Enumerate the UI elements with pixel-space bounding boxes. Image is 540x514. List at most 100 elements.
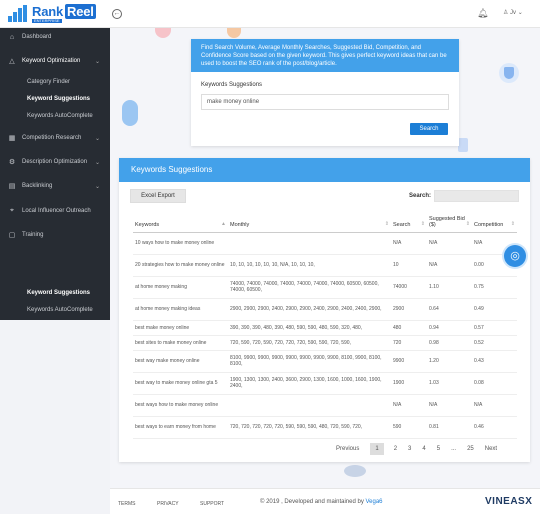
cell-monthly: 720, 590, 720, 590, 720, 720, 720, 590, … — [228, 335, 391, 351]
cell-search: 590 — [391, 416, 427, 439]
table-search-label: Search: — [409, 193, 432, 199]
sidebar-item-label: Keyword Optimization — [22, 58, 81, 64]
pager-page[interactable]: 3 — [408, 446, 411, 452]
sidebar-sub-keywords-autocomplete-2[interactable]: Keywords AutoComplete — [27, 307, 93, 313]
lifebuoy-icon[interactable]: ◎ — [504, 245, 526, 267]
footer: TERMS PRIVACY SUPPORT © 2019 , Developed… — [110, 488, 540, 514]
cell-search: N/A — [391, 394, 427, 417]
logo-name-2: Reel — [65, 4, 96, 19]
cell-search: 2900 — [391, 298, 427, 321]
footer-link-support[interactable]: SUPPORT — [200, 501, 224, 507]
table-row: best sites to make money online 720, 590,… — [133, 335, 517, 351]
sidebar-item-backlinking[interactable]: ▤ Backlinking ⌄ — [0, 178, 110, 194]
cell-monthly: 720, 720, 720, 720, 720, 590, 590, 590, … — [228, 416, 391, 439]
footer-vega6-link[interactable]: Vega6 — [366, 499, 383, 505]
results-card: Keywords Suggestions Excel Export Search… — [119, 158, 530, 462]
cell-competition: 0.08 — [472, 372, 517, 395]
cell-search: 480 — [391, 320, 427, 336]
sort-icon: ⇕ — [510, 220, 515, 227]
pager-ellipsis: ... — [451, 446, 457, 452]
cell-bid: N/A — [427, 394, 472, 417]
cell-competition: 0.49 — [472, 298, 517, 321]
table-row: best way make money online 8100, 9900, 99… — [133, 350, 517, 373]
sidebar-item-label: Dashboard — [22, 34, 52, 40]
sidebar-item-keyword-optimization[interactable]: △ Keyword Optimization ⌄ — [0, 53, 110, 69]
pager-page[interactable]: 5 — [437, 446, 440, 452]
cell-keyword: 20 strategies how to make money online — [133, 254, 228, 277]
sidebar-sub-keywords-autocomplete[interactable]: Keywords AutoComplete — [27, 113, 93, 119]
tag-icon: ⌖ — [10, 207, 14, 214]
cell-bid: 0.64 — [427, 298, 472, 321]
sort-icon: ▲ — [221, 220, 226, 227]
table-row: best make money online 390, 390, 390, 480… — [133, 320, 517, 336]
bell-icon[interactable]: 🔔︎ — [477, 8, 488, 19]
table-search-input[interactable] — [434, 190, 519, 202]
sidebar-item-competition-research[interactable]: ▦ Competition Research ⌄ — [0, 130, 110, 146]
keywords-label: Keywords Suggestions — [201, 82, 263, 88]
link-icon: ▤ — [8, 183, 16, 190]
sidebar-sub-category-finder[interactable]: Category Finder — [27, 79, 70, 85]
table-row: best way to make money online gta 5 1900,… — [133, 372, 517, 395]
sort-icon: ⇕ — [465, 220, 470, 227]
cell-competition: N/A — [472, 394, 517, 417]
cell-monthly: 2900, 2900, 2900, 2400, 2900, 2900, 2400… — [228, 298, 391, 321]
cell-search: 9900 — [391, 350, 427, 373]
col-header-monthly[interactable]: Monthly ⇕ — [228, 210, 391, 233]
cell-keyword: best way make money online — [133, 350, 228, 373]
sidebar-item-label: Training — [22, 232, 44, 238]
sidebar-item-training[interactable]: ▢ Training — [0, 227, 110, 243]
decor-shape — [122, 100, 138, 126]
pager-page-last[interactable]: 25 — [467, 446, 474, 452]
logo-chart-icon — [7, 5, 29, 23]
col-header-keywords[interactable]: Keywords ▲ — [133, 210, 228, 233]
logo-tag: ENTERPRISE — [32, 19, 62, 23]
cell-search: 74000 — [391, 276, 427, 299]
back-arrow-icon[interactable]: ← — [112, 9, 122, 19]
sidebar-item-local-influencer-outreach[interactable]: ⌖ Local Influencer Outreach — [0, 203, 110, 219]
cell-competition: 0.43 — [472, 350, 517, 373]
book-icon: ▢ — [8, 232, 16, 239]
pager-previous[interactable]: Previous — [336, 446, 359, 452]
pagination: Previous 1 2 3 4 5 ... 25 Next — [336, 443, 508, 455]
cell-monthly: 8100, 9900, 9900, 9900, 9900, 9900, 9900… — [228, 350, 391, 373]
results-table: Keywords ▲ Monthly ⇕ Search ⇕ Suggested Bid… — [133, 210, 517, 439]
col-header-search[interactable]: Search ⇕ — [391, 210, 427, 233]
sidebar-sub-keyword-suggestions[interactable]: Keyword Suggestions — [27, 96, 90, 102]
pager-page[interactable]: 2 — [394, 446, 397, 452]
sidebar-sub-keyword-suggestions-2[interactable]: Keyword Suggestions — [27, 290, 90, 296]
user-menu[interactable]: ♙ Jv ⌄ — [503, 9, 523, 16]
table-row: best ways how to make money online N/A N/A… — [133, 394, 517, 417]
footer-link-terms[interactable]: TERMS — [118, 501, 136, 507]
pager-next[interactable]: Next — [485, 446, 497, 452]
footer-link-privacy[interactable]: PRIVACY — [157, 501, 179, 507]
sidebar-item-label: Local Influencer Outreach — [22, 208, 91, 214]
search-button[interactable]: Search — [410, 123, 448, 135]
search-card-description: Find Search Volume, Average Monthly Sear… — [191, 39, 459, 72]
sidebar-item-dashboard[interactable]: ⌂ Dashboard — [0, 29, 110, 45]
sidebar-item-description-optimization[interactable]: ⚙ Description Optimization ⌄ — [0, 154, 110, 170]
decor-shape — [458, 138, 468, 152]
pager-page[interactable]: 4 — [422, 446, 425, 452]
logo[interactable]: Rank Reel ENTERPRISE — [7, 4, 96, 24]
cell-keyword: best ways to earn money from home — [133, 416, 228, 439]
user-label: Jv — [510, 10, 517, 16]
cell-keyword: best way to make money online gta 5 — [133, 372, 228, 395]
cell-search: N/A — [391, 232, 427, 255]
table-row: best ways to earn money from home 720, 72… — [133, 416, 517, 439]
col-header-suggested-bid[interactable]: Suggested Bid ($) ⇕ — [427, 210, 472, 233]
pager-page-current[interactable]: 1 — [370, 443, 384, 455]
settings-icon: ⚙ — [8, 159, 16, 166]
cell-monthly — [228, 394, 391, 417]
sidebar: ⌂ Dashboard △ Keyword Optimization ⌄ Catego… — [0, 28, 110, 320]
excel-export-button[interactable]: Excel Export — [130, 189, 186, 203]
keyword-input[interactable]: make money online — [201, 94, 449, 110]
decor-shape — [344, 465, 366, 477]
cell-competition: 0.52 — [472, 335, 517, 351]
col-header-competition[interactable]: Competition ⇕ — [472, 210, 517, 233]
cell-competition: 0.46 — [472, 416, 517, 439]
cell-bid: N/A — [427, 254, 472, 277]
home-icon: ⌂ — [9, 33, 15, 41]
decor-shape — [504, 67, 514, 79]
sidebar-item-label: Backlinking — [22, 183, 53, 189]
cell-bid: 1.10 — [427, 276, 472, 299]
